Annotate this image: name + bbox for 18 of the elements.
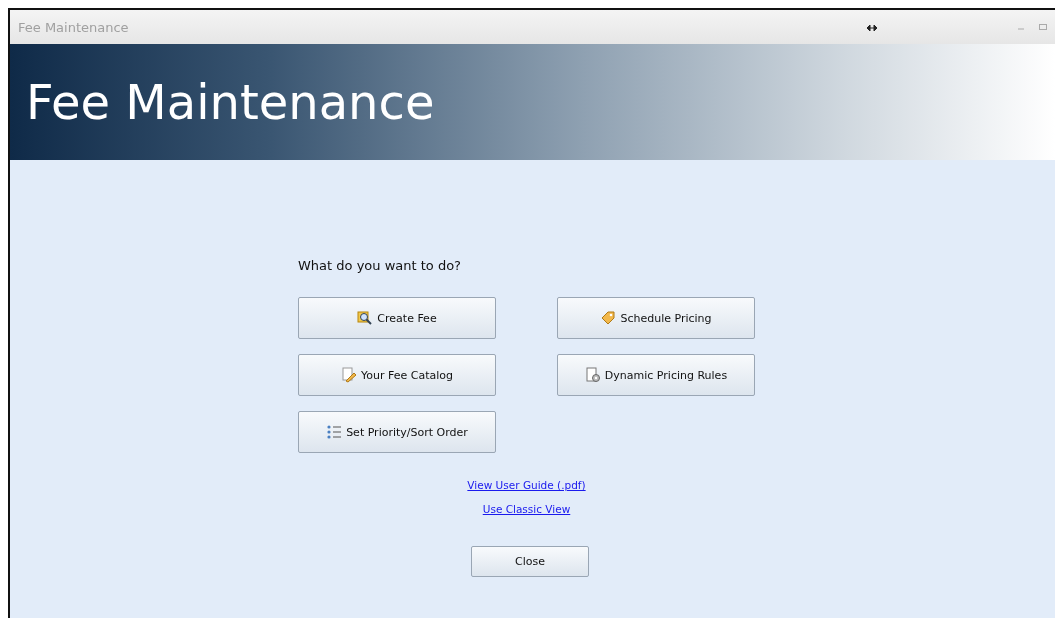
action-button[interactable]: Dynamic Pricing Rules bbox=[557, 354, 755, 396]
window-title: Fee Maintenance bbox=[18, 19, 130, 35]
magnifier-icon bbox=[357, 310, 374, 326]
action-button[interactable]: Create Fee bbox=[298, 297, 496, 339]
action-button[interactable]: Schedule Pricing bbox=[557, 297, 755, 339]
help-link[interactable]: View User Guide (.pdf) bbox=[467, 479, 586, 491]
pencil-icon bbox=[341, 367, 357, 383]
page-title: Fee Maintenance bbox=[26, 74, 435, 130]
list-icon bbox=[326, 424, 343, 440]
document-gear-icon bbox=[584, 367, 601, 383]
maximize-icon[interactable] bbox=[1039, 23, 1047, 31]
help-link[interactable]: Use Classic View bbox=[482, 503, 571, 515]
action-button[interactable]: Your Fee Catalog bbox=[298, 354, 496, 396]
tag-icon bbox=[600, 310, 617, 326]
resize-arrow-icon bbox=[867, 25, 877, 31]
prompt-text: What do you want to do? bbox=[298, 258, 462, 273]
close-button[interactable]: Close bbox=[471, 546, 589, 577]
action-button[interactable]: Set Priority/Sort Order bbox=[298, 411, 496, 453]
